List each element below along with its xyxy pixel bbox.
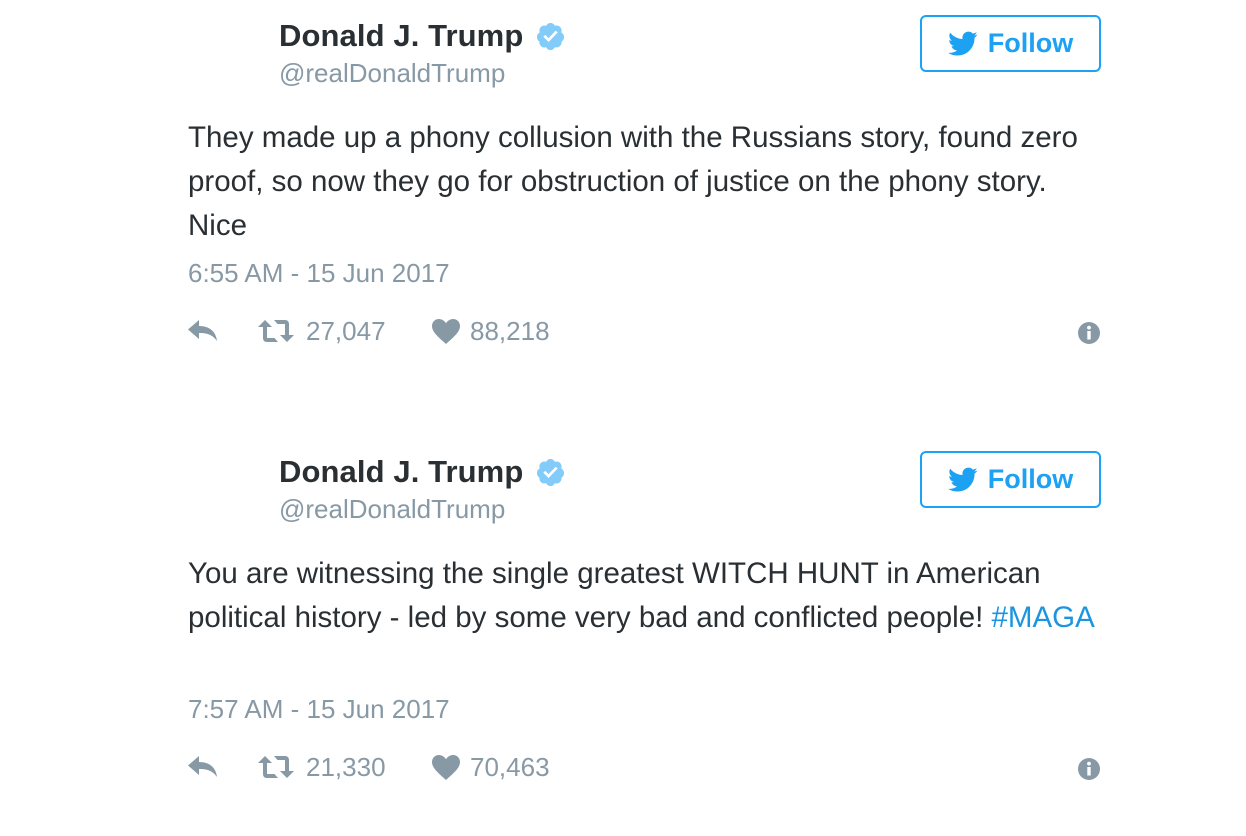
info-icon[interactable] [1078, 758, 1100, 780]
tweet-card: Donald J. Trump @realDonaldTrump Follow … [0, 0, 1246, 400]
author-name-row: Donald J. Trump [279, 16, 566, 56]
reply-icon [188, 320, 217, 341]
author-handle[interactable]: @realDonaldTrump [279, 56, 566, 90]
reply-button[interactable] [188, 320, 258, 342]
verified-badge-icon [537, 22, 565, 50]
tweet-timestamp[interactable]: 7:57 AM - 15 Jun 2017 [188, 692, 450, 726]
follow-button-label: Follow [987, 464, 1074, 494]
tweet-text-body: They made up a phony collusion with the … [188, 121, 1078, 242]
tweet-actions: 21,330 70,463 [188, 750, 550, 784]
retweet-icon [258, 756, 294, 778]
tweet-card: Donald J. Trump @realDonaldTrump Follow … [0, 436, 1246, 836]
like-count: 70,463 [470, 751, 550, 782]
like-button[interactable]: 88,218 [432, 316, 550, 347]
retweet-count: 27,047 [306, 315, 386, 346]
twitter-bird-icon [947, 31, 978, 56]
follow-button[interactable]: Follow [920, 451, 1101, 508]
follow-button[interactable]: Follow [920, 15, 1101, 72]
heart-icon [432, 318, 460, 344]
like-button[interactable]: 70,463 [432, 752, 550, 783]
tweet-text: You are witnessing the single greatest W… [188, 552, 1108, 640]
verified-badge-icon [537, 458, 565, 486]
reply-icon [188, 756, 217, 777]
follow-button-label: Follow [987, 28, 1074, 58]
reply-button[interactable] [188, 756, 258, 778]
tweet-text: They made up a phony collusion with the … [188, 116, 1108, 248]
info-icon[interactable] [1078, 322, 1100, 344]
hashtag-link[interactable]: #MAGA [992, 601, 1095, 634]
author-name-row: Donald J. Trump [279, 452, 566, 492]
author-display-name[interactable]: Donald J. Trump [279, 454, 523, 490]
twitter-bird-icon [947, 467, 978, 492]
retweet-count: 21,330 [306, 751, 386, 782]
tweet-author[interactable]: Donald J. Trump @realDonaldTrump [279, 452, 566, 526]
author-handle[interactable]: @realDonaldTrump [279, 492, 566, 526]
tweet-author[interactable]: Donald J. Trump @realDonaldTrump [279, 16, 566, 90]
tweet-text-body: You are witnessing the single greatest W… [188, 557, 1041, 634]
retweet-icon [258, 320, 294, 342]
retweet-button[interactable]: 27,047 [258, 316, 432, 347]
retweet-button[interactable]: 21,330 [258, 752, 432, 783]
tweet-timestamp[interactable]: 6:55 AM - 15 Jun 2017 [188, 256, 450, 290]
heart-icon [432, 754, 460, 780]
author-display-name[interactable]: Donald J. Trump [279, 18, 523, 54]
like-count: 88,218 [470, 315, 550, 346]
tweet-actions: 27,047 88,218 [188, 314, 550, 348]
